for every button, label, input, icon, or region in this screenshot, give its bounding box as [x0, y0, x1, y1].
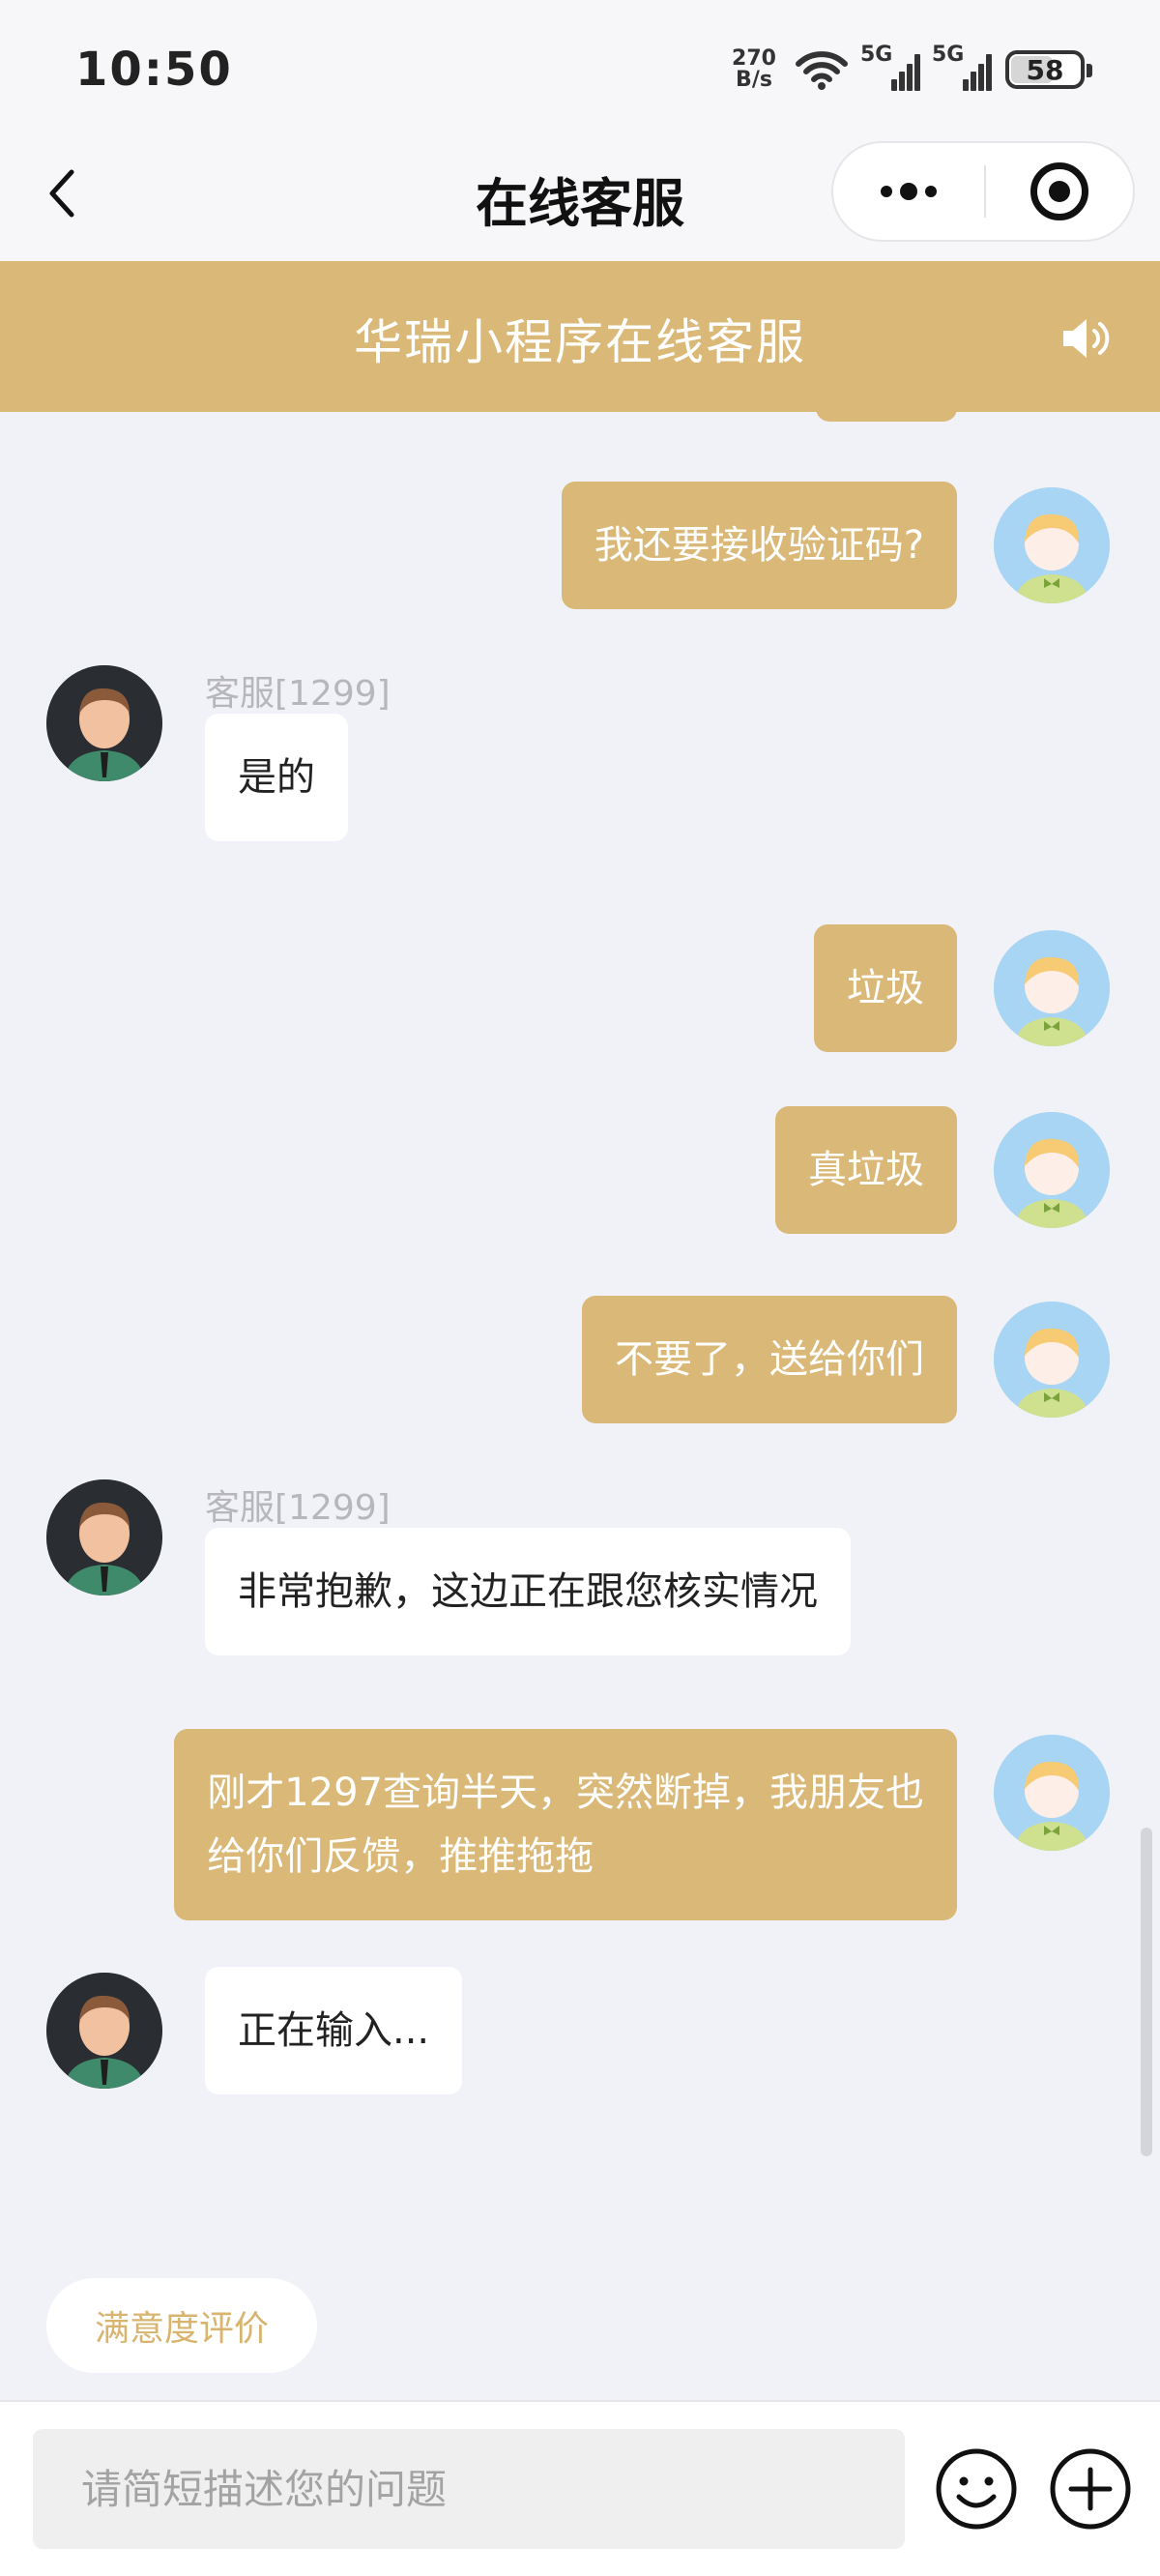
user-message-bubble[interactable]: 垃圾 — [814, 924, 957, 1052]
message-row: 真垃圾 — [0, 1106, 1160, 1238]
service-banner: 华瑞小程序在线客服 — [0, 261, 1160, 412]
message-line-2: 给你们反馈，推推拖拖 — [207, 1834, 594, 1879]
battery-level: 58 — [1026, 53, 1064, 86]
message-row: 垃圾 — [0, 917, 1160, 1052]
message-row: 刚才1297查询半天，突然断掉，我朋友也 给你们反馈，推推拖拖 — [0, 1729, 1160, 1932]
network-speed-unit: B/s — [736, 68, 772, 92]
target-close-icon[interactable] — [986, 143, 1133, 240]
user-message-bubble[interactable]: 我还要接收验证码? — [561, 482, 957, 609]
signal-1-label: 5G — [860, 43, 893, 67]
wifi-icon — [796, 51, 848, 90]
signal-2-icon: 5G — [932, 43, 992, 91]
speaker-icon[interactable] — [1058, 311, 1112, 366]
satisfaction-rating-button[interactable]: 满意度评价 — [46, 2278, 317, 2373]
signal-2-label: 5G — [932, 43, 965, 67]
agent-message-bubble[interactable]: 是的 — [205, 714, 348, 841]
status-bar: 10:50 270 B/s 5G 5G 58 — [0, 0, 1160, 135]
more-dots-icon[interactable] — [833, 143, 984, 240]
agent-name: 客服[1299] — [205, 674, 391, 714]
typing-indicator-bubble: 正在输入... — [205, 1967, 463, 2094]
message-row: 我还要接收验证码? — [0, 480, 1160, 611]
user-avatar — [994, 1302, 1110, 1418]
mini-program-capsule — [831, 141, 1135, 242]
message-input[interactable] — [33, 2429, 905, 2549]
agent-avatar — [46, 665, 162, 781]
banner-title: 华瑞小程序在线客服 — [354, 314, 806, 370]
signal-1-icon: 5G — [860, 43, 920, 91]
network-speed-value: 270 — [732, 46, 776, 71]
agent-avatar — [46, 1973, 162, 2089]
previous-message-bubble — [816, 412, 957, 422]
message-list[interactable]: 我还要接收验证码? 客服[1299] 是的 垃圾 真垃圾 不要了，送给你们 客服… — [0, 412, 1160, 2400]
message-row: 正在输入... — [0, 1967, 1160, 2104]
user-message-bubble[interactable]: 不要了，送给你们 — [582, 1296, 957, 1423]
agent-avatar — [46, 1479, 162, 1595]
chat-screen: 10:50 270 B/s 5G 5G 58 在线客服 华瑞小程序在线客服 我还… — [0, 0, 1160, 2576]
user-avatar — [994, 487, 1110, 603]
user-avatar — [994, 1735, 1110, 1851]
agent-message-bubble[interactable]: 非常抱歉，这边正在跟您核实情况 — [205, 1528, 851, 1655]
nav-bar: 在线客服 — [0, 135, 1160, 261]
agent-name: 客服[1299] — [205, 1488, 391, 1528]
message-line-1: 刚才1297查询半天，突然断掉，我朋友也 — [207, 1771, 924, 1815]
user-avatar — [994, 1112, 1110, 1228]
network-speed: 270 B/s — [727, 48, 781, 91]
user-avatar — [994, 930, 1110, 1046]
battery-icon: 58 — [1005, 50, 1092, 89]
input-bar — [0, 2400, 1160, 2576]
user-message-bubble[interactable]: 真垃圾 — [775, 1106, 957, 1234]
message-row: 客服[1299] 非常抱歉，这边正在跟您核实情况 — [0, 1479, 1160, 1712]
status-icons: 270 B/s 5G 5G 58 — [727, 43, 1092, 97]
message-row: 客服[1299] 是的 — [0, 665, 1160, 897]
user-message-bubble[interactable]: 刚才1297查询半天，突然断掉，我朋友也 给你们反馈，推推拖拖 — [174, 1729, 957, 1920]
message-row: 不要了，送给你们 — [0, 1294, 1160, 1425]
emoji-icon[interactable] — [934, 2446, 1019, 2532]
status-time: 10:50 — [75, 43, 233, 97]
plus-icon[interactable] — [1048, 2446, 1133, 2532]
chat-scrollbar[interactable] — [1141, 1828, 1152, 2156]
